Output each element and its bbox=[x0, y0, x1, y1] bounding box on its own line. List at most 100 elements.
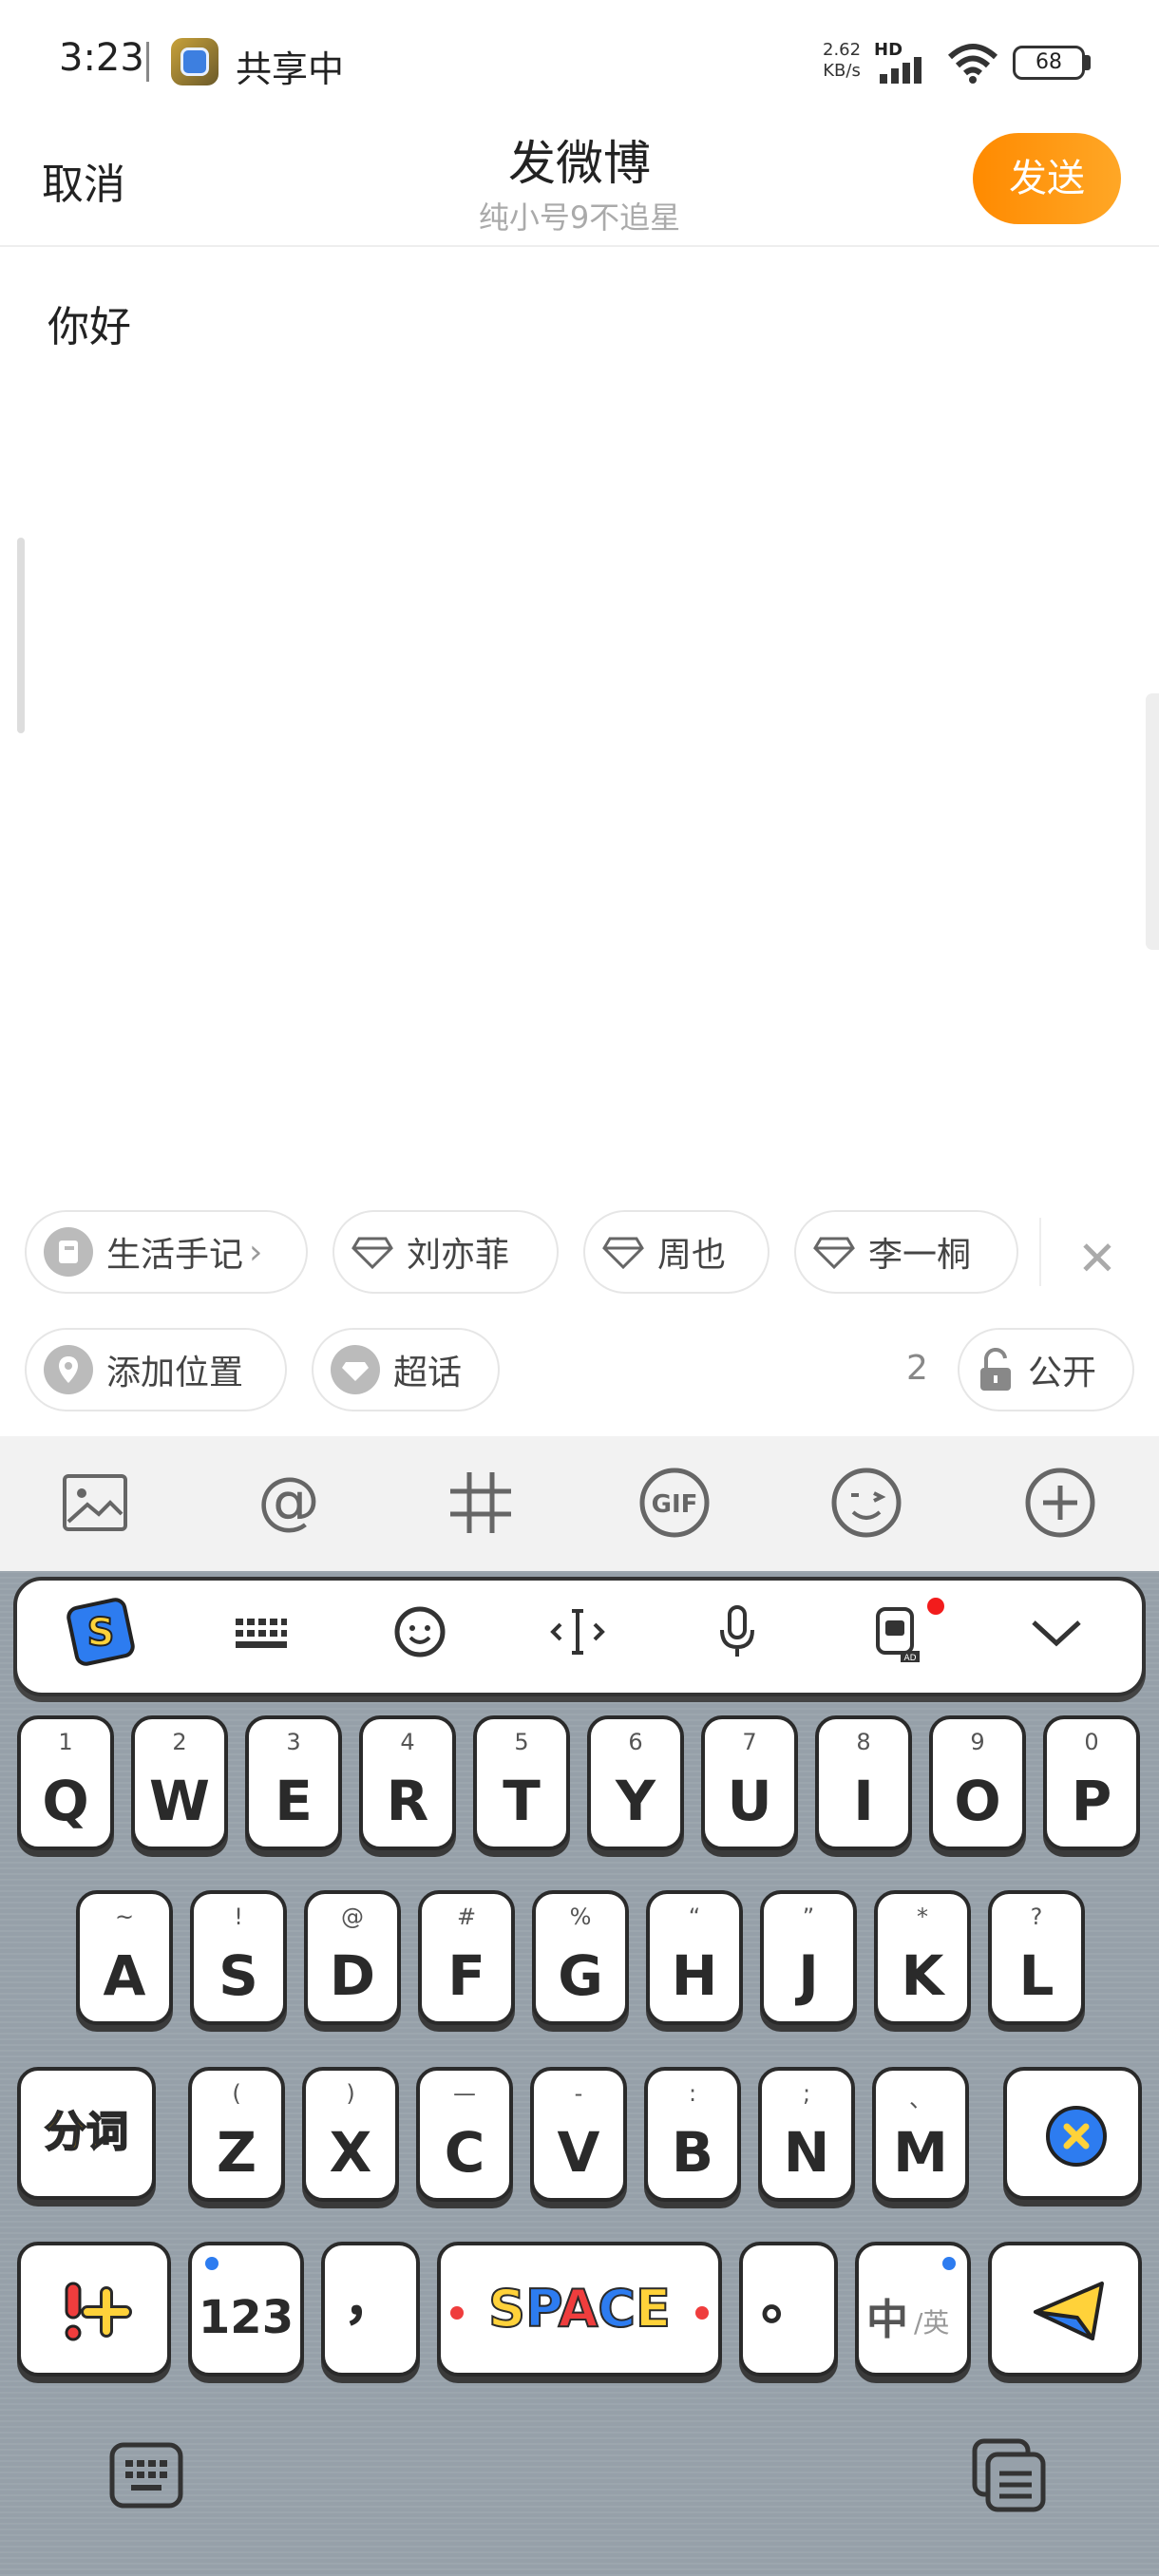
topic-chip-life-notes[interactable]: 生活手记 › bbox=[25, 1210, 308, 1294]
key-secondary-label: # bbox=[456, 1904, 477, 1930]
app-notification-icon bbox=[171, 38, 218, 85]
plus-icon[interactable] bbox=[1022, 1465, 1098, 1541]
microphone-icon[interactable] bbox=[701, 1596, 773, 1668]
space-key[interactable]: SPACE bbox=[437, 2242, 722, 2377]
key-y[interactable]: 6Y bbox=[587, 1715, 684, 1850]
key-n[interactable]: ; N bbox=[758, 2067, 855, 2202]
send-key[interactable] bbox=[988, 2242, 1142, 2377]
side-edge-handle[interactable] bbox=[1146, 693, 1159, 950]
send-button[interactable]: 发送 bbox=[973, 133, 1121, 224]
key-secondary-label: 3 bbox=[286, 1729, 301, 1755]
key-p[interactable]: 0P bbox=[1043, 1715, 1140, 1850]
svg-text:S: S bbox=[87, 1611, 115, 1655]
key-primary-label: V bbox=[557, 2120, 600, 2185]
topic-chip-zhou-ye[interactable]: 周也 bbox=[583, 1210, 770, 1294]
key-primary-label: A bbox=[103, 1943, 146, 2008]
key-primary-label: L bbox=[1018, 1943, 1054, 2008]
key-primary-label: Y bbox=[616, 1769, 656, 1833]
key-e[interactable]: 3E bbox=[245, 1715, 342, 1850]
key-w[interactable]: 2W bbox=[131, 1715, 228, 1850]
sogou-logo-icon[interactable]: S bbox=[65, 1596, 137, 1668]
numbers-key[interactable]: 123 bbox=[188, 2242, 304, 2377]
key-s[interactable]: ! S bbox=[190, 1890, 287, 2025]
key-g[interactable]: % G bbox=[532, 1890, 629, 2025]
period-key[interactable]: 。 bbox=[739, 2242, 838, 2377]
key-o[interactable]: 9O bbox=[929, 1715, 1026, 1850]
language-switch-key[interactable]: 中 /英 bbox=[855, 2242, 971, 2377]
key-z[interactable]: (Z bbox=[188, 2067, 285, 2202]
svg-text:AD: AD bbox=[903, 1654, 916, 1663]
key-f[interactable]: # F bbox=[418, 1890, 515, 2025]
period-key-label: 。 bbox=[760, 2267, 816, 2332]
clipboard-icon[interactable] bbox=[969, 2435, 1049, 2515]
emoji-icon[interactable] bbox=[828, 1465, 904, 1541]
key-primary-label: C bbox=[444, 2120, 485, 2185]
chevron-right-icon: › bbox=[249, 1232, 263, 1272]
key-primary-label: M bbox=[893, 2120, 948, 2185]
chevron-down-icon[interactable] bbox=[1020, 1596, 1092, 1668]
key-r[interactable]: 4R bbox=[359, 1715, 456, 1850]
key-primary-label: P bbox=[1071, 1769, 1112, 1833]
numbers-key-label: 123 bbox=[198, 2291, 294, 2344]
space-key-letter: S bbox=[487, 2278, 526, 2339]
keyboard-icon[interactable] bbox=[106, 2435, 186, 2515]
keyboard-layout-icon[interactable] bbox=[224, 1596, 296, 1668]
key-x[interactable]: ) X bbox=[302, 2067, 399, 2202]
comma-key[interactable]: ， bbox=[321, 2242, 420, 2377]
key-d[interactable]: @ D bbox=[304, 1890, 401, 2025]
key-primary-label: H bbox=[671, 1943, 718, 2008]
key-v[interactable]: -V bbox=[530, 2067, 627, 2202]
space-key-letter: P bbox=[524, 2278, 560, 2339]
topic-chip-label: 生活手记 bbox=[106, 1236, 244, 1275]
key-i[interactable]: 8I bbox=[815, 1715, 912, 1850]
key-k[interactable]: * K bbox=[874, 1890, 971, 2025]
key-primary-label: E bbox=[275, 1769, 313, 1833]
wifi-icon bbox=[947, 44, 998, 84]
tools-icon bbox=[65, 2282, 132, 2341]
cursor-move-icon[interactable] bbox=[542, 1596, 614, 1668]
key-c[interactable]: — C bbox=[416, 2067, 513, 2202]
emoji-keyboard-icon[interactable] bbox=[384, 1596, 456, 1668]
key-h[interactable]: “H bbox=[646, 1890, 743, 2025]
key-primary-label: X bbox=[329, 2120, 372, 2185]
diamond-icon bbox=[813, 1237, 855, 1269]
key-q[interactable]: 1Q bbox=[17, 1715, 114, 1850]
gif-icon[interactable]: GIF bbox=[636, 1465, 712, 1541]
mention-icon[interactable]: @ bbox=[251, 1465, 327, 1541]
segment-key[interactable]: 分词 bbox=[17, 2067, 156, 2200]
compose-text[interactable]: 你好 bbox=[48, 293, 131, 353]
topic-chip-li-yitong[interactable]: 李一桐 bbox=[794, 1210, 1018, 1294]
topic-chip-liu-yifei[interactable]: 刘亦菲 bbox=[332, 1210, 559, 1294]
super-topic-button[interactable]: 超话 bbox=[312, 1328, 500, 1411]
add-location-button[interactable]: 添加位置 bbox=[25, 1328, 287, 1411]
key-primary-label: N bbox=[783, 2120, 830, 2185]
key-t[interactable]: 5T bbox=[473, 1715, 570, 1850]
key-secondary-label: * bbox=[917, 1904, 928, 1930]
key-m[interactable]: 、 M bbox=[872, 2067, 969, 2202]
space-key-letter: C bbox=[597, 2278, 636, 2339]
chip-divider bbox=[1039, 1218, 1041, 1286]
delete-key[interactable] bbox=[1003, 2067, 1142, 2200]
ad-device-icon[interactable]: AD bbox=[861, 1596, 933, 1668]
key-primary-label: O bbox=[954, 1769, 1001, 1833]
key-primary-label: R bbox=[386, 1769, 429, 1833]
hashtag-icon[interactable] bbox=[443, 1465, 519, 1541]
key-secondary-label: ; bbox=[802, 2080, 811, 2107]
key-b[interactable]: :B bbox=[644, 2067, 741, 2202]
key-primary-label: D bbox=[329, 1943, 376, 2008]
close-icon[interactable]: ✕ bbox=[1077, 1231, 1117, 1286]
key-j[interactable]: ” J bbox=[760, 1890, 857, 2025]
notification-dot bbox=[927, 1598, 944, 1615]
image-icon[interactable] bbox=[57, 1465, 133, 1541]
paper-plane-icon bbox=[1034, 2282, 1104, 2340]
visibility-button[interactable]: 公开 bbox=[958, 1328, 1134, 1411]
key-secondary-label: - bbox=[574, 2080, 583, 2107]
key-secondary-label: ! bbox=[234, 1904, 243, 1930]
tools-key[interactable] bbox=[17, 2242, 171, 2377]
key-primary-label: I bbox=[853, 1769, 874, 1833]
key-a[interactable]: ~ A bbox=[76, 1890, 173, 2025]
space-key-letter: A bbox=[558, 2278, 599, 2339]
topic-chip-label: 刘亦菲 bbox=[407, 1236, 510, 1275]
key-l[interactable]: ? L bbox=[988, 1890, 1085, 2025]
key-u[interactable]: 7U bbox=[701, 1715, 798, 1850]
